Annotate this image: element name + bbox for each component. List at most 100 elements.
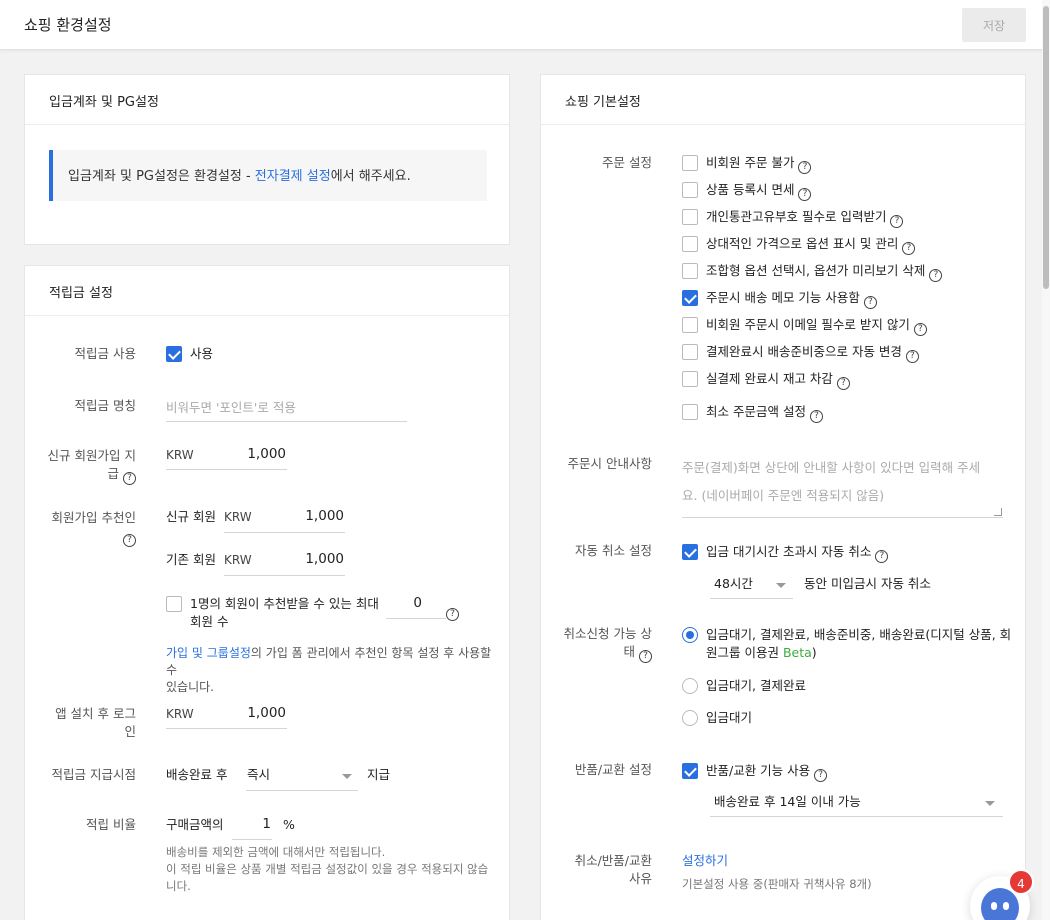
- scrollbar[interactable]: [1042, 0, 1050, 920]
- reason-settings-link[interactable]: 설정하기: [682, 852, 728, 870]
- signup-label: 신규 회원가입 지급?: [25, 447, 136, 485]
- order-option-text: 상대적인 가격으로 옵션 표시 및 관리: [706, 236, 899, 251]
- order-option-label: 최소 주문금액 설정?: [706, 403, 823, 423]
- points-use-checkbox-label: 사용: [190, 346, 214, 361]
- app-install-underline: [166, 728, 287, 729]
- cancel-state-radio-2[interactable]: [682, 678, 698, 694]
- points-name-label: 적립금 명칭: [74, 398, 136, 413]
- notification-badge: 4: [1008, 869, 1034, 895]
- payout-timing-select[interactable]: 즉시: [247, 766, 270, 784]
- help-icon[interactable]: ?: [809, 410, 823, 423]
- help-icon[interactable]: ?: [798, 161, 812, 174]
- referral-label: 회원가입 추천인?: [25, 509, 136, 547]
- order-option-text: 최소 주문금액 설정: [706, 404, 806, 419]
- max-referral-checkbox[interactable]: [166, 596, 182, 612]
- order-option-checkbox[interactable]: [682, 290, 698, 306]
- help-icon[interactable]: ?: [123, 472, 136, 485]
- help-icon[interactable]: ?: [929, 269, 943, 282]
- notice-text-post: 에서 해주세요.: [330, 169, 411, 184]
- cancel-state-radio-1[interactable]: [682, 627, 698, 643]
- beta-badge: Beta: [782, 645, 812, 660]
- payout-timing-underline: [246, 790, 358, 791]
- return-period-underline: [710, 816, 1003, 817]
- max-referral-input[interactable]: 0: [386, 595, 422, 611]
- auto-cancel-time-select[interactable]: 48시간: [714, 575, 753, 593]
- order-option-text: 주문시 배송 메모 기능 사용함: [706, 290, 860, 305]
- max-referral-label-line2: 회원 수: [190, 614, 229, 629]
- reason-label-line1: 취소/반품/교환: [574, 853, 652, 868]
- help-icon[interactable]: ?: [902, 242, 916, 255]
- points-rate-note-line2: 이 적립 비율은 상품 개별 적립금 설정값이 있을 경우 적용되지 않습: [166, 862, 489, 876]
- order-option-checkbox[interactable]: [682, 404, 698, 420]
- help-icon[interactable]: ?: [875, 550, 889, 563]
- cancel-state-radio-3[interactable]: [682, 710, 698, 726]
- app-install-amount-input[interactable]: 1,000: [215, 705, 286, 721]
- order-notice-placeholder-line1: 주문(결제)화면 상단에 안내할 사항이 있다면 입력해 주세: [682, 460, 981, 475]
- order-option-label: 비회원 주문 불가?: [706, 154, 812, 174]
- order-option-checkbox[interactable]: [682, 155, 698, 171]
- order-notice-label: 주문시 안내사항: [567, 456, 652, 471]
- order-option-checkbox[interactable]: [682, 209, 698, 225]
- chevron-down-icon[interactable]: [776, 583, 786, 588]
- help-icon[interactable]: ?: [814, 769, 828, 782]
- help-icon[interactable]: ?: [446, 608, 459, 621]
- payment-settings-link[interactable]: 전자결제 설정: [255, 169, 331, 184]
- auto-cancel-time-underline: [710, 598, 793, 599]
- order-option-checkbox[interactable]: [682, 236, 698, 252]
- reason-label: 취소/반품/교환사유: [541, 852, 652, 888]
- points-card: 적립금 설정 적립금 사용 사용 적립금 명칭 비워두면 '포인트'로 적용 신…: [24, 265, 510, 920]
- chevron-down-icon[interactable]: [985, 801, 995, 806]
- order-option-checkbox[interactable]: [682, 371, 698, 387]
- payment-card: 입금계좌 및 PG설정 입금계좌 및 PG설정은 환경설정 - 전자결제 설정에…: [24, 74, 510, 245]
- signup-label-line2: 급: [107, 466, 119, 481]
- new-member-currency: KRW: [224, 510, 252, 524]
- signup-underline: [166, 469, 287, 470]
- return-period-select[interactable]: 배송완료 후 14일 이내 가능: [714, 793, 861, 811]
- new-member-amount-input[interactable]: 1,000: [273, 508, 344, 524]
- payment-card-title: 입금계좌 및 PG설정: [25, 75, 509, 125]
- order-notice-placeholder-line2: 요. (네이버페이 주문엔 적용되지 않음): [682, 488, 885, 503]
- signup-group-settings-link[interactable]: 가입 및 그룹설정: [166, 646, 251, 660]
- signup-amount-input[interactable]: 1,000: [215, 446, 286, 462]
- order-option-checkbox[interactable]: [682, 344, 698, 360]
- order-notice-textarea[interactable]: 주문(결제)화면 상단에 안내할 사항이 있다면 입력해 주세요. (네이버페이…: [682, 454, 1003, 518]
- max-referral-label: 1명의 회원이 추천받을 수 있는 최대 회원 수: [190, 595, 379, 631]
- help-icon[interactable]: ?: [798, 188, 812, 201]
- order-option-text: 조합형 옵션 선택시, 옵션가 미리보기 삭제: [706, 263, 926, 278]
- chevron-down-icon[interactable]: [342, 774, 352, 779]
- order-option-text: 비회원 주문시 이메일 필수로 받지 않기: [706, 317, 910, 332]
- points-rate-input[interactable]: 1: [233, 816, 271, 832]
- help-icon[interactable]: ?: [905, 350, 919, 363]
- scrollbar-thumb[interactable]: [1043, 6, 1049, 289]
- resize-handle[interactable]: [994, 508, 1002, 516]
- order-option-checkbox[interactable]: [682, 182, 698, 198]
- points-use-checkbox[interactable]: [166, 346, 182, 362]
- help-icon[interactable]: ?: [836, 377, 850, 390]
- help-icon[interactable]: ?: [123, 534, 136, 547]
- help-icon[interactable]: ?: [913, 323, 927, 336]
- help-icon[interactable]: ?: [639, 650, 652, 663]
- referral-note: 가입 및 그룹설정의 가입 폼 관리에서 추천인 항목 설정 후 사용할 수 있습…: [166, 645, 496, 696]
- return-checkbox-label: 반품/교환 기능 사용?: [706, 762, 828, 782]
- help-icon[interactable]: ?: [890, 215, 904, 228]
- payout-timing-label: 적립금 지급시점: [51, 767, 136, 782]
- order-option-checkbox[interactable]: [682, 263, 698, 279]
- points-name-input[interactable]: 비워두면 '포인트'로 적용: [166, 397, 296, 416]
- cancel-state-option-3: 입금대기: [706, 710, 753, 725]
- order-option-checkbox[interactable]: [682, 317, 698, 333]
- shopping-card-title: 쇼핑 기본설정: [541, 75, 1025, 125]
- cancel-state-label-line2: 태: [623, 644, 635, 659]
- order-option-label: 결제완료시 배송준비중으로 자동 변경?: [706, 343, 919, 363]
- referral-label-text: 회원가입 추천인: [51, 510, 136, 525]
- return-checkbox[interactable]: [682, 763, 698, 779]
- order-option-label: 비회원 주문시 이메일 필수로 받지 않기?: [706, 316, 927, 336]
- return-label: 반품/교환 설정: [574, 762, 652, 777]
- help-icon[interactable]: ?: [863, 296, 877, 309]
- save-button[interactable]: 저장: [962, 8, 1026, 42]
- app-install-label-line1: 앱 설치 후 로그: [55, 706, 136, 721]
- signup-label-line1: 신규 회원가입 지: [47, 448, 136, 463]
- reason-label-line2: 사유: [628, 871, 652, 886]
- existing-member-amount-input[interactable]: 1,000: [273, 551, 344, 567]
- shopping-card: 쇼핑 기본설정 주문 설정 비회원 주문 불가? 상품 등록시 면세? 개인통관고유…: [540, 74, 1026, 920]
- auto-cancel-checkbox[interactable]: [682, 544, 698, 560]
